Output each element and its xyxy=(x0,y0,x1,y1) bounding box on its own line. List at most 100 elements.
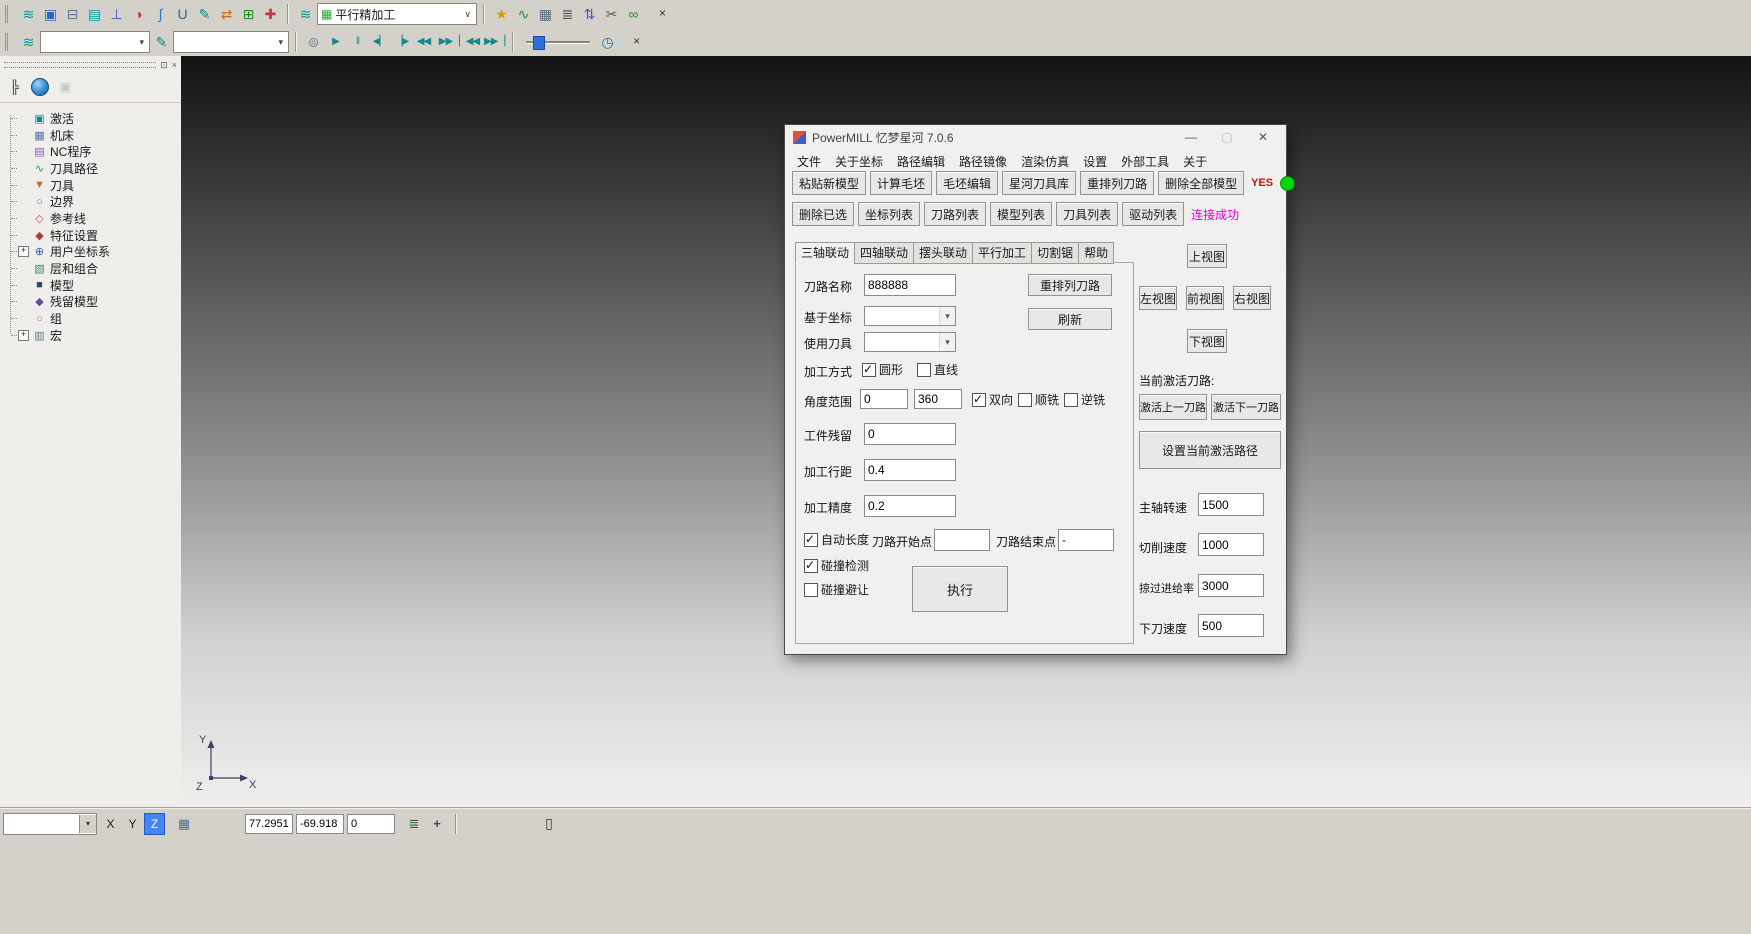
grid-toggle-button[interactable]: ▦ xyxy=(174,816,194,832)
toolpath-list-button[interactable]: 刀路列表 xyxy=(924,202,986,226)
delete-all-models-button[interactable]: 删除全部模型 xyxy=(1158,171,1244,195)
tab-parallel[interactable]: 平行加工 xyxy=(972,242,1032,264)
rearrange-toolpaths-button[interactable]: 重排列刀路 xyxy=(1080,171,1154,195)
slider-handle[interactable] xyxy=(533,36,545,50)
clock-icon[interactable]: ◷ xyxy=(597,31,618,53)
minimize-button[interactable]: — xyxy=(1176,130,1206,144)
tool-select[interactable]: ▾ xyxy=(864,332,956,352)
toolbar-close-button[interactable]: × xyxy=(655,7,670,22)
execute-button[interactable]: 执行 xyxy=(912,566,1008,612)
view-left-button[interactable]: 左视图 xyxy=(1139,286,1177,310)
line-checkbox[interactable]: 直线 xyxy=(917,361,958,378)
transform-icon[interactable]: ⇄ xyxy=(216,3,237,25)
tree-view-icon[interactable]: ╠ xyxy=(4,76,25,98)
calculator-icon[interactable]: ▦ xyxy=(535,3,556,25)
undo-icon[interactable]: U xyxy=(172,3,193,25)
toolpath-name-input[interactable] xyxy=(864,274,956,296)
menu-file[interactable]: 文件 xyxy=(790,150,828,173)
xinghe-tool-library-button[interactable]: 星河刀具库 xyxy=(1002,171,1076,195)
stock-edit-button[interactable]: 毛坯编辑 xyxy=(936,171,998,195)
tree-item-nc-programs[interactable]: ▤ NC程序 xyxy=(6,143,181,160)
tab-cutting-saw[interactable]: 切割锯 xyxy=(1031,242,1079,264)
compute-stock-button[interactable]: 计算毛坯 xyxy=(870,171,932,195)
ghost-model-icon[interactable]: ▣ xyxy=(55,76,76,98)
gauge-icon[interactable]: ◑ xyxy=(128,3,149,25)
tree-item-tools[interactable]: ▼ 刀具 xyxy=(6,177,181,194)
rearrange-toolpath-button[interactable]: 重排列刀路 xyxy=(1028,274,1112,296)
workplane-icon[interactable]: ⊥ xyxy=(106,3,127,25)
stock-allowance-input[interactable] xyxy=(864,423,956,445)
expander-icon[interactable]: + xyxy=(18,330,29,341)
prev-toolpath-button[interactable]: 激活上一刀路 xyxy=(1139,394,1207,420)
view-top-button[interactable]: 上视图 xyxy=(1187,244,1227,268)
globe-icon[interactable] xyxy=(31,78,49,96)
stepover-input[interactable] xyxy=(864,459,956,481)
stats-icon[interactable]: ⇅ xyxy=(579,3,600,25)
toolbar-drag-grip[interactable] xyxy=(5,33,12,51)
tree-item-machine-tools[interactable]: ▦ 机床 xyxy=(6,127,181,144)
delete-selected-button[interactable]: 删除已选 xyxy=(792,202,854,226)
clipping-icon[interactable]: ✂ xyxy=(601,3,622,25)
view-bottom-button[interactable]: 下视图 xyxy=(1187,329,1227,353)
y-axis-button[interactable]: Y xyxy=(122,813,143,835)
tree-item-workplanes[interactable]: + ⊕ 用户坐标系 xyxy=(6,244,181,261)
plunge-feed-input[interactable] xyxy=(1198,614,1264,637)
repair-icon[interactable]: ✚ xyxy=(260,3,281,25)
tab-3-axis[interactable]: 三轴联动 xyxy=(795,242,855,264)
dialog-titlebar[interactable]: PowerMILL 忆梦星河 7.0.6 — ▢ ✕ xyxy=(785,125,1286,149)
search-back-icon[interactable]: ◀◀ xyxy=(413,32,434,52)
tree-item-patterns[interactable]: ◇ 参考线 xyxy=(6,210,181,227)
coordinate-x-input[interactable] xyxy=(245,814,293,834)
menu-render-simulation[interactable]: 渲染仿真 xyxy=(1014,150,1076,173)
collision-avoid-checkbox[interactable]: 碰撞避让 xyxy=(804,581,869,598)
monitor-icon[interactable]: ▯ xyxy=(539,815,559,832)
toolbar-close-button[interactable]: × xyxy=(629,35,644,50)
toolbar-drag-grip[interactable] xyxy=(5,5,12,23)
panel-close-button[interactable]: × xyxy=(172,60,177,70)
conventional-checkbox[interactable]: 逆铣 xyxy=(1064,391,1105,408)
tree-item-boundaries[interactable]: ○ 边界 xyxy=(6,193,181,210)
menu-settings[interactable]: 设置 xyxy=(1076,150,1114,173)
maximize-button[interactable]: ▢ xyxy=(1212,130,1242,144)
close-button[interactable]: ✕ xyxy=(1248,130,1278,144)
start-point-input[interactable] xyxy=(934,529,990,551)
tool-list-button[interactable]: 刀具列表 xyxy=(1056,202,1118,226)
next-toolpath-button[interactable]: 激活下一刀路 xyxy=(1211,394,1281,420)
paste-new-model-button[interactable]: 粘贴新模型 xyxy=(792,171,866,195)
view-mode-combo[interactable]: ▾ xyxy=(3,813,97,835)
graph-icon[interactable]: ∿ xyxy=(513,3,534,25)
tree-item-groups[interactable]: ○ 组 xyxy=(6,310,181,327)
end-point-input[interactable] xyxy=(1058,529,1114,551)
bidirectional-checkbox[interactable]: 双向 xyxy=(972,391,1013,408)
model-stack-icon[interactable]: ≋ xyxy=(18,3,39,25)
search-forward-icon[interactable]: ▶▶ xyxy=(435,32,456,52)
x-axis-button[interactable]: X xyxy=(100,813,121,835)
tree-item-stock-models[interactable]: ◆ 残留模型 xyxy=(6,294,181,311)
view-right-button[interactable]: 右视图 xyxy=(1233,286,1271,310)
measure-icon[interactable]: ≣ xyxy=(557,3,578,25)
menu-external-tools[interactable]: 外部工具 xyxy=(1114,150,1176,173)
step-forward-icon[interactable]: ▕▶ xyxy=(391,32,412,52)
tab-help[interactable]: 帮助 xyxy=(1078,242,1114,264)
save-icon[interactable]: ▣ xyxy=(40,3,61,25)
pick-position-icon[interactable]: + xyxy=(427,816,447,831)
print-icon[interactable]: ⊟ xyxy=(62,3,83,25)
angle-to-input[interactable] xyxy=(914,389,962,409)
simulation-speed-slider[interactable] xyxy=(526,33,590,51)
auto-length-checkbox[interactable]: 自动长度 xyxy=(804,531,869,548)
machining-strategy-combo[interactable]: ▦ 平行精加工 ∨ xyxy=(317,3,477,25)
coordinate-list-button[interactable]: 坐标列表 xyxy=(858,202,920,226)
menu-about-coordinates[interactable]: 关于坐标 xyxy=(828,150,890,173)
tree-item-macros[interactable]: + ▥ 宏 xyxy=(6,327,181,344)
expander-icon[interactable]: + xyxy=(18,246,29,257)
circle-checkbox[interactable]: 圆形 xyxy=(862,361,903,378)
layers-icon[interactable]: ⊞ xyxy=(238,3,259,25)
coordinate-z-input[interactable] xyxy=(347,814,395,834)
play-icon[interactable]: ▶ xyxy=(325,32,346,52)
step-back-icon[interactable]: ◀▏ xyxy=(369,32,390,52)
set-active-toolpath-button[interactable]: 设置当前激活路径 xyxy=(1139,431,1281,469)
cutting-feed-input[interactable] xyxy=(1198,533,1264,556)
tab-4-axis[interactable]: 四轴联动 xyxy=(854,242,914,264)
bulb-icon[interactable]: ⊚ xyxy=(303,31,324,53)
list-options-icon[interactable]: ≣ xyxy=(404,816,424,832)
